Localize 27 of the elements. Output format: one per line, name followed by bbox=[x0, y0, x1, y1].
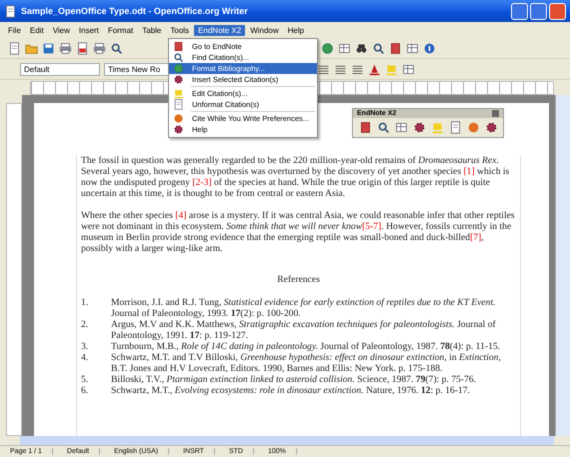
references-heading: References bbox=[276, 274, 321, 285]
reference-number: 3. bbox=[81, 341, 90, 352]
reference-text: Schwartz, M.T., Evolving ecosystems: role in dinosaur extinction. Nature, 1976. 12: p. 16-17. bbox=[111, 385, 471, 396]
menu-item[interactable]: EndNote X2 bbox=[194, 24, 246, 36]
menu-item[interactable]: Edit bbox=[26, 24, 48, 36]
reference-text: Turnbourn, M.B., Role of 14C dating in paleontology. Journal of Paleontology, 1987. 78(4): p. 11-15. bbox=[111, 341, 502, 352]
menu-item[interactable]: Tools bbox=[166, 24, 194, 36]
reference-number: 6. bbox=[81, 385, 90, 396]
reference-text: Billoski, T.V., Ptarmigan extinction linked to asteroid collision. Science, 1987. 79(7): p. 75-76. bbox=[111, 374, 477, 385]
body-paragraph: Where the other species [4] arose is a mystery. If it was central Asia, we could reasonable infer that other reptiles were not dominant in this ecosystem. Some think that we will never know[5-7]. However, fossils currently in the museum in Berlin provide strong evidence that the emerging reptile was small-boned and duck-billed[7], possibly with a larger wing-like arm. bbox=[81, 210, 516, 254]
reference-text: Argus, M.V and K.K. Matthews, Stratigraphic excavation techniques for paleontologists. Journal of Paleontology, 1991. 17: p. 119-127. bbox=[111, 319, 497, 341]
reference-number: 5. bbox=[81, 374, 90, 385]
reference-number: 2. bbox=[81, 319, 90, 332]
reference-text: Schwartz, M.T. and T.V Billoski, Greenhouse hypothesis: effect on dinosaur extinction, in Extinction, B.T. Jones and H.V Lovecraft, Editors. 1990, Barnes and Ellis: New York. p. 175-188. bbox=[111, 352, 502, 374]
menu-item[interactable]: Format bbox=[104, 24, 138, 36]
menu-item[interactable]: View bbox=[48, 24, 74, 36]
menu-item[interactable]: File bbox=[4, 24, 25, 36]
body-paragraph: The fossil in question was generally regarded to be the 220 million-year-old remains of Dromaeosaurus Rex. Several years ago, however, this hypothesis was overturned by the discovery of yet another species [1] which is now the undisputed progeny [2-3] of the species at hand. While the true origin of this larger reptile is quite uncertain at this time, it is thought to be from central or eastern Asia. bbox=[81, 155, 510, 199]
paragraph-style-field[interactable]: Default bbox=[20, 62, 100, 76]
reference-number: 4. bbox=[81, 352, 90, 365]
reference-number: 1. bbox=[81, 297, 90, 310]
menu-item[interactable]: Table bbox=[138, 24, 166, 36]
menu-item[interactable]: Help bbox=[284, 24, 308, 36]
menu-item[interactable]: Insert bbox=[74, 24, 103, 36]
menu-item[interactable]: Window bbox=[246, 24, 283, 36]
window-title: Sample_OpenOffice Type.odt - OpenOffice.org Writer bbox=[21, 6, 249, 16]
reference-text: Morrison, J.I. and R.J. Tung, Statistical evidence for early extinction of reptiles due to the KT Event. Journal of Paleontology, 1993. 17(2): p. 100-200. bbox=[111, 297, 497, 319]
